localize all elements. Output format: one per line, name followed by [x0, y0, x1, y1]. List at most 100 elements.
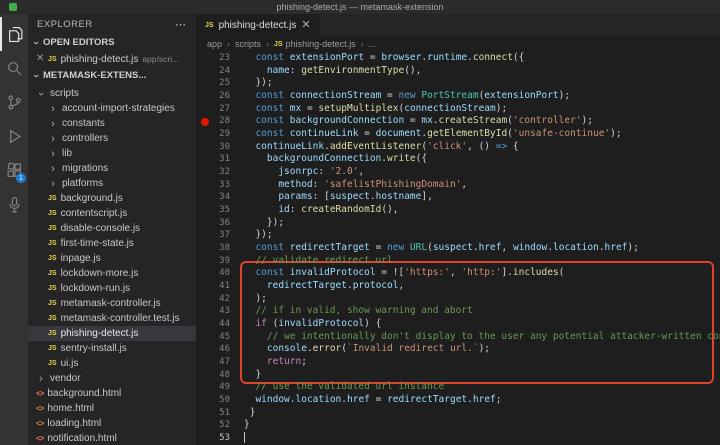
line-number[interactable]: 42	[196, 293, 230, 306]
line-number[interactable]: 25	[196, 77, 230, 90]
tree-item-home.html[interactable]: <>home.html	[28, 401, 196, 416]
code-line-28[interactable]: 28 const backgroundConnection = mx.creat…	[196, 115, 720, 128]
open-editor-item[interactable]: ✕ JS phishing-detect.js app/scri...	[28, 51, 196, 67]
code-line-31[interactable]: 31 backgroundConnection.write({	[196, 153, 720, 166]
tree-item-migrations[interactable]: ›migrations	[28, 161, 196, 176]
line-number[interactable]: 39	[196, 255, 230, 268]
code-line-40[interactable]: 40 const invalidProtocol = !['https:', '…	[196, 267, 720, 280]
line-number[interactable]: 38	[196, 242, 230, 255]
mic-icon[interactable]	[0, 187, 28, 221]
code-line-35[interactable]: 35 id: createRandomId(),	[196, 204, 720, 217]
code-line-43[interactable]: 43 // if in valid, show warning and abor…	[196, 305, 720, 318]
breadcrumb-item-app[interactable]: app	[207, 39, 222, 49]
code-line-25[interactable]: 25 });	[196, 77, 720, 90]
tree-item-metamask-controller.test.js[interactable]: JSmetamask-controller.test.js	[28, 311, 196, 326]
tree-item-phishing-detect.js[interactable]: JSphishing-detect.js	[28, 326, 196, 341]
workspace-section[interactable]: › METAMASK-EXTENS...	[28, 67, 196, 84]
line-number[interactable]: 41	[196, 280, 230, 293]
line-number[interactable]: 27	[196, 103, 230, 116]
code-line-26[interactable]: 26 const connectionStream = new PortStre…	[196, 90, 720, 103]
line-number[interactable]: 50	[196, 394, 230, 407]
breadcrumb-item-...[interactable]: ...	[369, 39, 377, 49]
line-number[interactable]: 35	[196, 204, 230, 217]
code-line-53[interactable]: 53	[196, 432, 720, 445]
tree-item-disable-console.js[interactable]: JSdisable-console.js	[28, 221, 196, 236]
breakpoint-icon[interactable]	[201, 118, 209, 126]
code-line-36[interactable]: 36 });	[196, 217, 720, 230]
code-line-47[interactable]: 47 return;	[196, 356, 720, 369]
tree-item-metamask-controller.js[interactable]: JSmetamask-controller.js	[28, 296, 196, 311]
line-number[interactable]: 51	[196, 407, 230, 420]
code-line-42[interactable]: 42 );	[196, 293, 720, 306]
tab-phishing-detect[interactable]: JS phishing-detect.js ✕	[196, 14, 320, 36]
extensions-icon[interactable]: 1	[0, 153, 28, 187]
line-number[interactable]: 48	[196, 369, 230, 382]
tree-item-account-import-strategies[interactable]: ›account-import-strategies	[28, 101, 196, 116]
tree-item-loading.html[interactable]: <>loading.html	[28, 416, 196, 431]
tree-item-lockdown-more.js[interactable]: JSlockdown-more.js	[28, 266, 196, 281]
line-number[interactable]: 44	[196, 318, 230, 331]
debug-icon[interactable]	[0, 119, 28, 153]
line-number[interactable]: 49	[196, 381, 230, 394]
tree-item-constants[interactable]: ›constants	[28, 116, 196, 131]
line-number[interactable]: 46	[196, 343, 230, 356]
source-control-icon[interactable]	[0, 85, 28, 119]
code-line-48[interactable]: 48 }	[196, 369, 720, 382]
tree-item-sentry-install.js[interactable]: JSsentry-install.js	[28, 341, 196, 356]
search-icon[interactable]	[0, 51, 28, 85]
tree-item-inpage.js[interactable]: JSinpage.js	[28, 251, 196, 266]
code-line-23[interactable]: 23 const extensionPort = browser.runtime…	[196, 52, 720, 65]
line-number[interactable]: 29	[196, 128, 230, 141]
tree-item-vendor[interactable]: ›vendor	[28, 371, 196, 386]
line-number[interactable]: 37	[196, 229, 230, 242]
tree-item-contentscript.js[interactable]: JScontentscript.js	[28, 206, 196, 221]
tree-item-scripts[interactable]: ›scripts	[28, 86, 196, 101]
line-number[interactable]: 47	[196, 356, 230, 369]
line-number[interactable]: 26	[196, 90, 230, 103]
code-editor[interactable]: 23 const extensionPort = browser.runtime…	[196, 52, 720, 445]
code-line-33[interactable]: 33 method: 'safelistPhishingDomain',	[196, 179, 720, 192]
tree-item-first-time-state.js[interactable]: JSfirst-time-state.js	[28, 236, 196, 251]
tree-item-background.html[interactable]: <>background.html	[28, 386, 196, 401]
line-number[interactable]: 53	[196, 432, 230, 445]
tree-item-ui.js[interactable]: JSui.js	[28, 356, 196, 371]
line-number[interactable]: 33	[196, 179, 230, 192]
close-icon[interactable]: ✕	[36, 54, 44, 64]
line-number[interactable]: 23	[196, 52, 230, 65]
tree-item-lib[interactable]: ›lib	[28, 146, 196, 161]
tree-item-lockdown-run.js[interactable]: JSlockdown-run.js	[28, 281, 196, 296]
code-line-44[interactable]: 44 if (invalidProtocol) {	[196, 318, 720, 331]
code-line-50[interactable]: 50 window.location.href = redirectTarget…	[196, 394, 720, 407]
tree-item-background.js[interactable]: JSbackground.js	[28, 191, 196, 206]
more-actions-icon[interactable]: ⋯	[175, 18, 187, 31]
tree-item-notification.html[interactable]: <>notification.html	[28, 431, 196, 445]
line-number[interactable]: 45	[196, 331, 230, 344]
code-line-49[interactable]: 49 // use the validated url instance	[196, 381, 720, 394]
code-line-30[interactable]: 30 continueLink.addEventListener('click'…	[196, 141, 720, 154]
code-line-24[interactable]: 24 name: getEnvironmentType(),	[196, 65, 720, 78]
code-line-51[interactable]: 51 }	[196, 407, 720, 420]
breadcrumb-item-phishing-detect.js[interactable]: JSphishing-detect.js	[274, 39, 356, 49]
line-number[interactable]: 34	[196, 191, 230, 204]
line-number[interactable]: 36	[196, 217, 230, 230]
tree-item-platforms[interactable]: ›platforms	[28, 176, 196, 191]
code-line-41[interactable]: 41 redirectTarget.protocol,	[196, 280, 720, 293]
open-editors-section[interactable]: › OPEN EDITORS	[28, 34, 196, 51]
line-number[interactable]: 24	[196, 65, 230, 78]
line-number[interactable]: 40	[196, 267, 230, 280]
code-line-29[interactable]: 29 const continueLink = document.getElem…	[196, 128, 720, 141]
code-line-34[interactable]: 34 params: [suspect.hostname],	[196, 191, 720, 204]
breadcrumb-item-scripts[interactable]: scripts	[235, 39, 261, 49]
code-line-46[interactable]: 46 console.error(`Invalid redirect url.`…	[196, 343, 720, 356]
line-number[interactable]: 30	[196, 141, 230, 154]
code-line-32[interactable]: 32 jsonrpc: '2.0',	[196, 166, 720, 179]
explorer-icon[interactable]	[0, 17, 28, 51]
line-number[interactable]: 31	[196, 153, 230, 166]
line-number[interactable]: 32	[196, 166, 230, 179]
tree-item-controllers[interactable]: ›controllers	[28, 131, 196, 146]
line-number[interactable]: 43	[196, 305, 230, 318]
close-tab-icon[interactable]: ✕	[301, 20, 310, 30]
code-line-45[interactable]: 45 // we intentionally don't display to …	[196, 331, 720, 344]
code-line-27[interactable]: 27 const mx = setupMultiplex(connectionS…	[196, 103, 720, 116]
code-line-39[interactable]: 39 // validate redirect url	[196, 255, 720, 268]
